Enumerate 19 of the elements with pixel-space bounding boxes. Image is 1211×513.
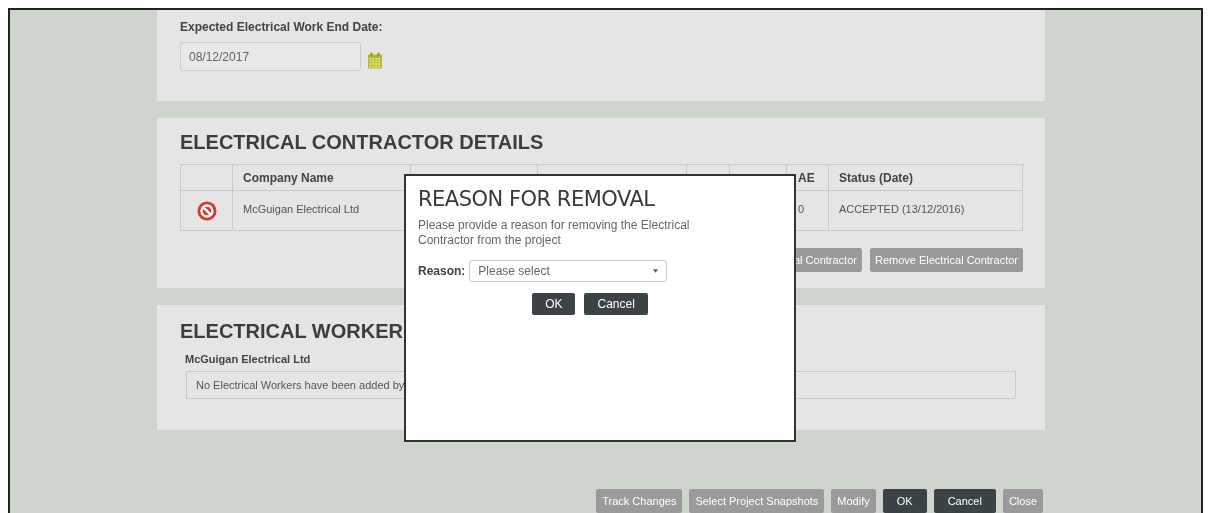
company-name: McGuigan Electrical Ltd [185,353,312,365]
dialog-button[interactable]: OK [532,293,576,315]
column-header: Status (Date) [829,165,1023,191]
caret-icon [653,269,659,273]
reason-dropdown[interactable]: Please select [469,260,668,282]
remove-icon[interactable] [196,200,217,221]
reason-label: Reason: [418,264,466,278]
dialog-title: REASON FOR REMOVAL [418,187,656,211]
calendar-icon[interactable] [368,52,382,69]
dialog-button[interactable]: Cancel [584,293,648,315]
footer-button[interactable]: OK [882,489,927,513]
section-heading: ELECTRICAL WORKER [180,319,404,344]
field-label: Expected Electrical Work End Date: [180,20,384,34]
empty-message: No Electrical Workers have been added by [196,379,405,391]
footer-button[interactable]: Cancel [933,489,996,513]
date-field[interactable]: 08/12/2017 [180,42,361,71]
dialog-message: Please provide a reason for removing the Electrical Contractor from the project [418,218,691,248]
table-cell: ACCEPTED (13/12/2016) [829,191,1023,231]
section-heading: ELECTRICAL CONTRACTOR DETAILS [180,130,545,155]
